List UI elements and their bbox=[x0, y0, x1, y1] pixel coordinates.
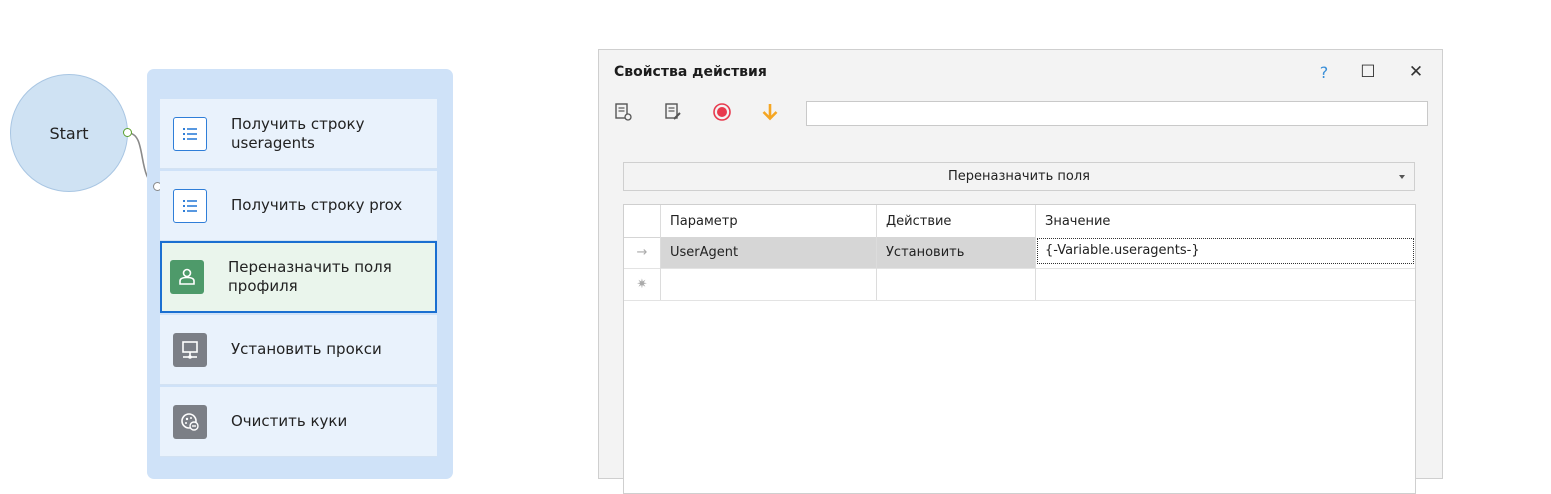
cell-value-editor[interactable]: {-Variable.useragents-} bbox=[1036, 237, 1415, 268]
action-properties-window: Свойства действия ? ☐ ✕ Переназначить по… bbox=[598, 49, 1443, 494]
toolbar-input[interactable] bbox=[806, 101, 1428, 126]
cell-parameter[interactable]: UserAgent bbox=[661, 237, 877, 268]
arrow-down-icon[interactable] bbox=[758, 100, 782, 124]
new-cell-value[interactable] bbox=[1036, 268, 1415, 300]
action-clear-cookies[interactable]: Очистить куки bbox=[160, 387, 437, 457]
help-button[interactable]: ? bbox=[1312, 60, 1336, 84]
column-header-value[interactable]: Значение bbox=[1036, 205, 1415, 237]
list-icon bbox=[173, 188, 207, 223]
chevron-down-icon bbox=[1399, 175, 1405, 179]
action-reassign-profile-fields[interactable]: Переназначить поля профиля bbox=[160, 241, 437, 313]
profile-icon bbox=[170, 260, 204, 294]
proxy-icon bbox=[173, 332, 207, 367]
action-label: Получить строку useragents bbox=[231, 114, 365, 152]
properties-icon[interactable] bbox=[611, 100, 635, 124]
new-cell-parameter[interactable] bbox=[661, 268, 877, 300]
window-title: Свойства действия bbox=[614, 64, 767, 80]
action-set-proxy[interactable]: Установить прокси bbox=[160, 315, 437, 385]
action-get-useragents[interactable]: Получить строку useragents bbox=[160, 99, 437, 169]
column-header-parameter[interactable]: Параметр bbox=[661, 205, 877, 237]
column-header-action[interactable]: Действие bbox=[877, 205, 1036, 237]
new-cell-action[interactable] bbox=[877, 268, 1036, 300]
action-label: Получить строку prox bbox=[231, 196, 403, 214]
cookies-icon bbox=[173, 404, 207, 439]
cell-action[interactable]: Установить bbox=[877, 237, 1036, 268]
edit-icon[interactable] bbox=[661, 100, 685, 124]
record-icon[interactable] bbox=[710, 100, 734, 124]
fields-table: Параметр Действие Значение → UserAgent У… bbox=[623, 204, 1416, 494]
close-button[interactable]: ✕ bbox=[1404, 60, 1428, 84]
action-label: Переназначить поля профиля bbox=[228, 258, 392, 295]
table-row[interactable]: → UserAgent Установить {-Variable.userag… bbox=[624, 237, 1415, 269]
table-header: Параметр Действие Значение bbox=[624, 205, 1415, 238]
connection-line bbox=[127, 132, 159, 189]
output-connector[interactable] bbox=[123, 128, 132, 137]
maximize-button[interactable]: ☐ bbox=[1356, 60, 1380, 84]
action-get-prox[interactable]: Получить строку prox bbox=[160, 171, 437, 241]
new-row-icon: ✷ bbox=[624, 268, 661, 300]
list-icon bbox=[173, 116, 207, 151]
cell-value[interactable]: {-Variable.useragents-} bbox=[1045, 243, 1200, 258]
mode-dropdown[interactable]: Переназначить поля bbox=[623, 162, 1415, 191]
mode-selected-label: Переназначить поля bbox=[948, 169, 1090, 184]
header-indicator-cell bbox=[624, 205, 661, 237]
row-indicator-icon: → bbox=[624, 237, 661, 268]
title-bar[interactable]: Свойства действия ? ☐ ✕ bbox=[599, 50, 1442, 96]
action-label: Установить прокси bbox=[231, 340, 382, 358]
new-row[interactable]: ✷ bbox=[624, 268, 1415, 301]
action-label: Очистить куки bbox=[231, 412, 348, 430]
